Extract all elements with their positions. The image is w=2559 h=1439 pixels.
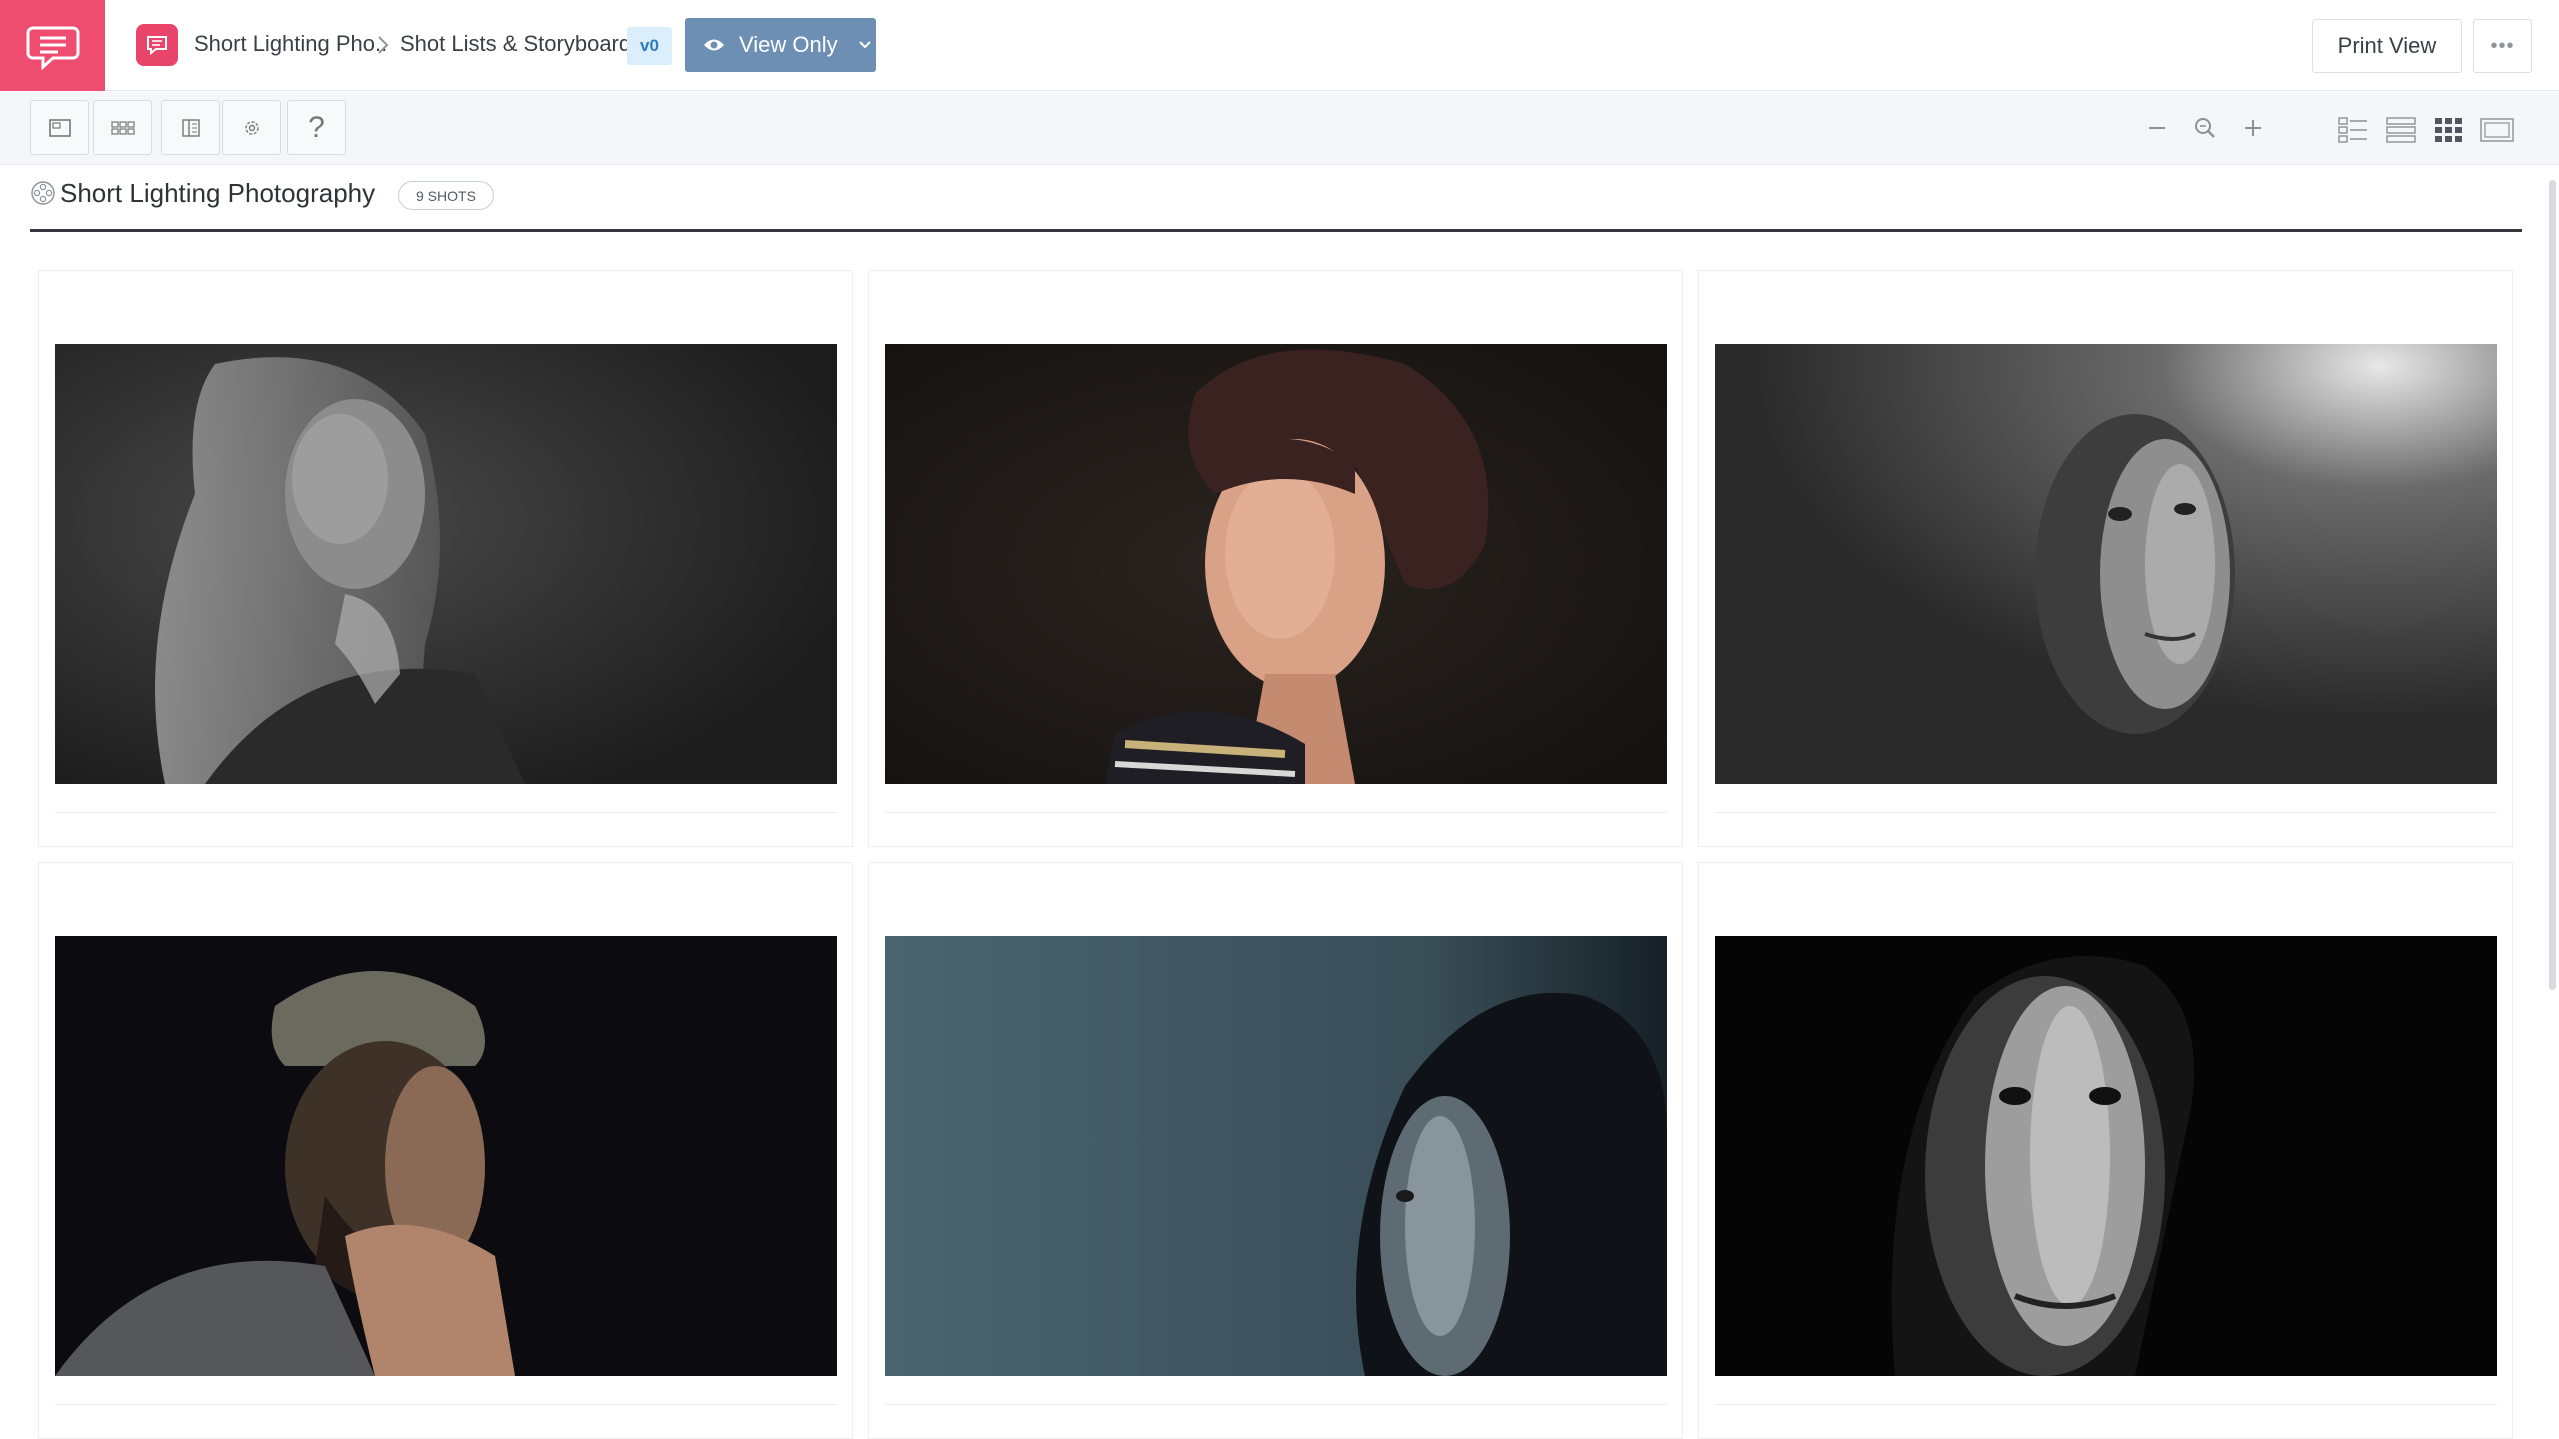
caption-divider xyxy=(55,812,837,813)
help-button[interactable]: ? xyxy=(287,100,346,155)
split-view-icon xyxy=(181,118,200,137)
caption-divider xyxy=(885,812,1667,813)
project-icon[interactable] xyxy=(136,24,178,66)
caption-divider xyxy=(1715,1404,2497,1405)
shot-card[interactable] xyxy=(1698,862,2513,1439)
vertical-scrollbar[interactable] xyxy=(2549,180,2556,990)
film-reel-icon xyxy=(31,181,55,205)
chevron-right-icon xyxy=(378,36,389,54)
zoom-icon xyxy=(2195,118,2215,138)
portrait-image xyxy=(1715,936,2497,1376)
shot-count-badge: 9 SHOTS xyxy=(398,181,494,210)
split-view-button[interactable] xyxy=(161,100,220,155)
zoom-in-icon xyxy=(2245,120,2261,136)
print-view-button[interactable]: Print View xyxy=(2312,19,2462,73)
shot-card[interactable] xyxy=(868,862,1683,1439)
shot-card[interactable] xyxy=(868,270,1683,847)
shot-thumbnail[interactable] xyxy=(55,936,837,1376)
row-view-icon xyxy=(2386,117,2416,143)
portrait-image xyxy=(885,344,1667,784)
shot-thumbnail[interactable] xyxy=(885,344,1667,784)
zoom-in-button[interactable] xyxy=(2238,113,2268,143)
zoom-out-icon xyxy=(2149,127,2165,129)
filmstrip-view-icon xyxy=(2480,118,2514,142)
shot-card[interactable] xyxy=(38,862,853,1439)
grid-view-button[interactable] xyxy=(2431,113,2467,147)
version-badge[interactable]: v0 xyxy=(627,27,672,65)
zoom-reset-button[interactable] xyxy=(2190,113,2220,143)
breadcrumb-shot-lists[interactable]: Shot Lists & Storyboards xyxy=(400,31,642,57)
shot-thumbnail[interactable] xyxy=(1715,344,2497,784)
settings-icon xyxy=(244,120,259,135)
eye-icon xyxy=(704,39,724,51)
app-logo[interactable] xyxy=(0,0,105,91)
filmstrip-view-button[interactable] xyxy=(2479,113,2515,147)
grid-view-icon xyxy=(2435,118,2462,142)
frame-icon xyxy=(48,118,71,137)
caption-divider xyxy=(885,1404,1667,1405)
chat-icon xyxy=(147,36,167,56)
shot-thumbnail[interactable] xyxy=(1715,936,2497,1376)
section-divider xyxy=(30,229,2522,232)
view-mode-dropdown[interactable]: View Only xyxy=(685,18,876,72)
list-view-icon xyxy=(2338,117,2367,143)
storyboard-button[interactable] xyxy=(93,100,152,155)
toolbar: ? xyxy=(0,92,2559,165)
storyboard-icon xyxy=(110,120,135,135)
breadcrumb-project[interactable]: Short Lighting Pho.. xyxy=(194,31,387,57)
portrait-image xyxy=(885,936,1667,1376)
shot-card[interactable] xyxy=(1698,270,2513,847)
chevron-down-icon xyxy=(858,41,871,49)
caption-divider xyxy=(1715,812,2497,813)
portrait-image xyxy=(55,936,837,1376)
shot-card[interactable] xyxy=(38,270,853,847)
frame-button[interactable] xyxy=(30,100,89,155)
shot-thumbnail[interactable] xyxy=(55,344,837,784)
shot-thumbnail[interactable] xyxy=(885,936,1667,1376)
more-options-button[interactable]: ••• xyxy=(2473,19,2532,73)
settings-button[interactable] xyxy=(222,100,281,155)
section-title: Short Lighting Photography xyxy=(60,178,376,208)
view-mode-label: View Only xyxy=(739,32,838,57)
top-header: Short Lighting Pho.. Shot Lists & Storyb… xyxy=(0,0,2559,91)
chat-logo-icon xyxy=(26,26,79,70)
portrait-image xyxy=(1715,344,2497,784)
list-view-button[interactable] xyxy=(2335,113,2371,147)
row-view-button[interactable] xyxy=(2383,113,2419,147)
caption-divider xyxy=(55,1404,837,1405)
zoom-out-button[interactable] xyxy=(2142,113,2172,143)
portrait-image xyxy=(55,344,837,784)
